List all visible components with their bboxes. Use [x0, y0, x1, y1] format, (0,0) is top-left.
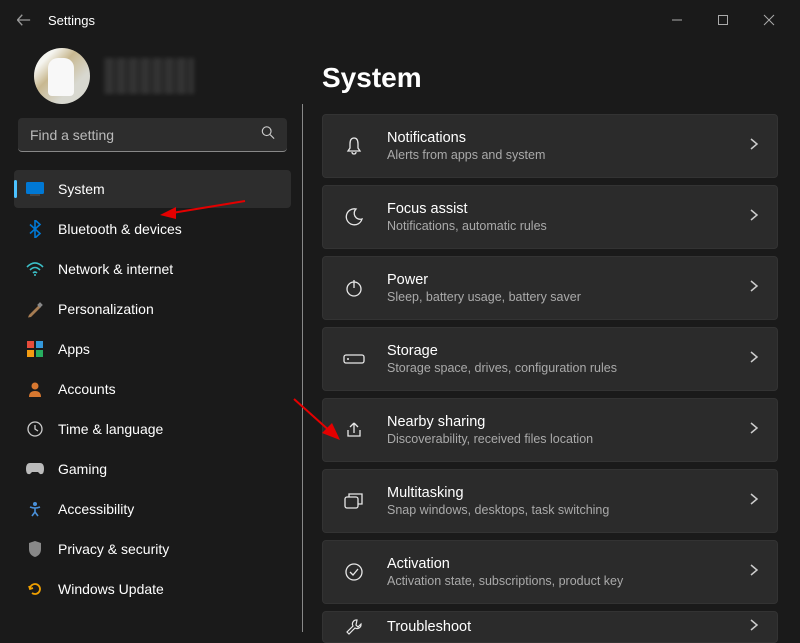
sidebar-item-personalization[interactable]: Personalization — [14, 290, 291, 328]
maximize-button[interactable] — [700, 4, 746, 36]
chevron-right-icon — [749, 137, 759, 156]
card-title: Focus assist — [387, 201, 749, 217]
card-list: Notifications Alerts from apps and system… — [322, 114, 778, 643]
personalization-icon — [26, 300, 44, 318]
sidebar-item-label: System — [58, 181, 105, 197]
window-title: Settings — [48, 13, 95, 28]
moon-icon — [341, 207, 367, 227]
privacy-icon — [26, 540, 44, 558]
network-icon — [26, 260, 44, 278]
card-power[interactable]: Power Sleep, battery usage, battery saver — [322, 256, 778, 320]
card-title: Notifications — [387, 130, 749, 146]
card-multitasking[interactable]: Multitasking Snap windows, desktops, task… — [322, 469, 778, 533]
sidebar-item-label: Privacy & security — [58, 541, 169, 557]
chevron-right-icon — [749, 208, 759, 227]
power-icon — [341, 278, 367, 298]
sidebar-item-time[interactable]: Time & language — [14, 410, 291, 448]
sidebar-item-bluetooth[interactable]: Bluetooth & devices — [14, 210, 291, 248]
card-nearby-sharing[interactable]: Nearby sharing Discoverability, received … — [322, 398, 778, 462]
sidebar-item-label: Apps — [58, 341, 90, 357]
card-activation[interactable]: Activation Activation state, subscription… — [322, 540, 778, 604]
apps-icon — [26, 340, 44, 358]
time-icon — [26, 420, 44, 438]
sidebar-item-system[interactable]: System — [14, 170, 291, 208]
sidebar-item-label: Windows Update — [58, 581, 164, 597]
sidebar-item-apps[interactable]: Apps — [14, 330, 291, 368]
card-title: Multitasking — [387, 485, 749, 501]
chevron-right-icon — [749, 618, 759, 637]
sidebar-item-network[interactable]: Network & internet — [14, 250, 291, 288]
page-title: System — [322, 62, 778, 94]
card-title: Activation — [387, 556, 749, 572]
storage-icon — [341, 352, 367, 366]
bell-icon — [341, 136, 367, 156]
card-title: Nearby sharing — [387, 414, 749, 430]
system-icon — [26, 180, 44, 198]
chevron-right-icon — [749, 279, 759, 298]
share-icon — [341, 420, 367, 440]
card-sub: Snap windows, desktops, task switching — [387, 503, 749, 517]
sidebar-item-update[interactable]: Windows Update — [14, 570, 291, 608]
back-button[interactable] — [8, 13, 40, 27]
bluetooth-icon — [26, 220, 44, 238]
card-sub: Sleep, battery usage, battery saver — [387, 290, 749, 304]
accessibility-icon — [26, 500, 44, 518]
card-storage[interactable]: Storage Storage space, drives, configurat… — [322, 327, 778, 391]
sidebar-item-label: Personalization — [58, 301, 154, 317]
card-sub: Alerts from apps and system — [387, 148, 749, 162]
accounts-icon — [26, 380, 44, 398]
sidebar: System Bluetooth & devices Network & int… — [0, 40, 305, 632]
sidebar-item-label: Network & internet — [58, 261, 173, 277]
profile-name-blurred — [104, 58, 194, 94]
sidebar-item-accessibility[interactable]: Accessibility — [14, 490, 291, 528]
sidebar-item-label: Gaming — [58, 461, 107, 477]
search-input[interactable] — [18, 118, 287, 152]
sidebar-item-label: Time & language — [58, 421, 163, 437]
sidebar-item-gaming[interactable]: Gaming — [14, 450, 291, 488]
card-title: Power — [387, 272, 749, 288]
search-icon — [261, 126, 275, 145]
chevron-right-icon — [749, 350, 759, 369]
card-focus-assist[interactable]: Focus assist Notifications, automatic rul… — [322, 185, 778, 249]
card-sub: Activation state, subscriptions, product… — [387, 574, 749, 588]
search-box[interactable] — [18, 118, 287, 152]
card-title: Troubleshoot — [387, 619, 749, 635]
wrench-icon — [341, 618, 367, 636]
card-notifications[interactable]: Notifications Alerts from apps and system — [322, 114, 778, 178]
card-title: Storage — [387, 343, 749, 359]
sidebar-item-label: Accessibility — [58, 501, 134, 517]
update-icon — [26, 580, 44, 598]
nav-list: System Bluetooth & devices Network & int… — [14, 170, 291, 608]
card-sub: Notifications, automatic rules — [387, 219, 749, 233]
sidebar-item-label: Accounts — [58, 381, 116, 397]
chevron-right-icon — [749, 563, 759, 582]
chevron-right-icon — [749, 492, 759, 511]
sidebar-item-privacy[interactable]: Privacy & security — [14, 530, 291, 568]
chevron-right-icon — [749, 421, 759, 440]
card-sub: Storage space, drives, configuration rul… — [387, 361, 749, 375]
sidebar-item-label: Bluetooth & devices — [58, 221, 182, 237]
gaming-icon — [26, 460, 44, 478]
avatar[interactable] — [34, 48, 90, 104]
multitask-icon — [341, 492, 367, 510]
minimize-button[interactable] — [654, 4, 700, 36]
card-sub: Discoverability, received files location — [387, 432, 749, 446]
scroll-indicator — [302, 104, 303, 632]
sidebar-item-accounts[interactable]: Accounts — [14, 370, 291, 408]
main-content: System Notifications Alerts from apps and… — [305, 40, 800, 632]
card-troubleshoot[interactable]: Troubleshoot — [322, 611, 778, 643]
close-button[interactable] — [746, 4, 792, 36]
check-icon — [341, 562, 367, 582]
